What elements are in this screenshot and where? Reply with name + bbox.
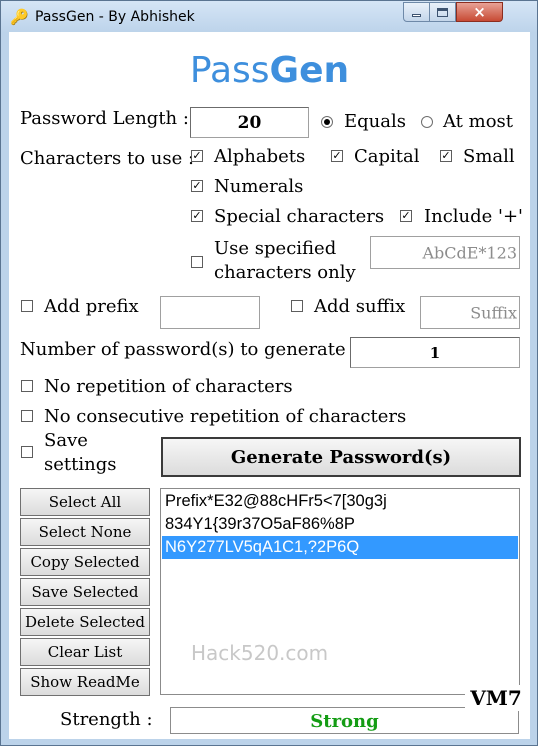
no-consecutive-checkbox[interactable] [21,410,33,422]
password-length-value: 20 [237,112,262,133]
strength-meter: Strong [170,707,519,734]
show-readme-button[interactable]: Show ReadMe [20,668,150,696]
alphabets-label: Alphabets [214,146,306,167]
numerals-checkbox[interactable]: ✓ [191,180,203,192]
generate-button[interactable]: Generate Password(s) [161,437,521,477]
copy-selected-button[interactable]: Copy Selected [20,548,150,576]
list-item[interactable]: Prefix*E32@88cHFr5<7[30g3j [162,490,518,513]
strength-label: Strength : [60,709,153,730]
close-icon: × [473,2,486,21]
maximize-icon [437,7,448,17]
vm-badge: VM7 [465,685,527,711]
numerals-label: Numerals [214,176,304,197]
minimize-button[interactable] [403,2,430,22]
window-title: PassGen - By Abhishek [35,9,195,25]
prefix-input[interactable] [160,296,260,329]
use-specified-label-2: characters only [214,262,356,283]
small-label: Small [463,146,515,167]
alphabets-checkbox[interactable]: ✓ [191,150,203,162]
strength-value: Strong [310,711,379,732]
special-characters-checkbox[interactable]: ✓ [191,210,203,222]
small-checkbox[interactable]: ✓ [440,150,452,162]
minimize-icon [412,13,421,17]
delete-selected-button[interactable]: Delete Selected [20,608,150,636]
list-item-selected[interactable]: N6Y277LV5qA1C1,?2P6Q [162,536,518,559]
use-specified-checkbox[interactable] [191,256,203,268]
specified-characters-placeholder: AbCdE*123 [422,243,518,262]
close-button[interactable]: × [456,2,503,22]
no-repetition-checkbox[interactable] [21,380,33,392]
app-window: 🔑 PassGen - By Abhishek × PassGen Passwo… [0,0,538,746]
select-none-button[interactable]: Select None [20,518,150,546]
capital-label: Capital [354,146,420,167]
password-length-input[interactable]: 20 [190,107,309,138]
special-characters-label: Special characters [214,206,385,227]
watermark: Hack520.com [191,641,329,665]
key-icon: 🔑 [10,8,29,26]
add-prefix-checkbox[interactable] [21,300,33,312]
save-settings-label-2: settings [44,454,117,475]
at-most-label: At most [443,111,514,132]
maximize-button[interactable] [429,2,456,22]
no-consecutive-label: No consecutive repetition of characters [44,406,407,427]
use-specified-label-1: Use specified [214,238,337,259]
add-prefix-label: Add prefix [44,296,139,317]
add-suffix-label: Add suffix [314,296,406,317]
save-settings-label-1: Save [44,430,88,451]
app-title: PassGen [9,50,530,91]
save-settings-checkbox[interactable] [21,446,33,458]
password-count-input[interactable]: 1 [350,337,520,368]
list-item[interactable]: 834Y1{39r37O5aF86%8P [162,513,518,536]
client-area: PassGen Password Length : 20 Equals At m… [9,32,530,739]
suffix-input[interactable]: Suffix [420,296,520,329]
equals-radio[interactable] [321,116,333,128]
specified-characters-input[interactable]: AbCdE*123 [370,236,520,269]
save-selected-button[interactable]: Save Selected [20,578,150,606]
clear-list-button[interactable]: Clear List [20,638,150,666]
no-repetition-label: No repetition of characters [44,376,293,397]
suffix-placeholder: Suffix [470,303,517,322]
include-plus-label: Include '+' [424,206,524,227]
password-count-label: Number of password(s) to generate : [20,339,358,360]
select-all-button[interactable]: Select All [20,488,150,516]
capital-checkbox[interactable]: ✓ [331,150,343,162]
add-suffix-checkbox[interactable] [291,300,303,312]
include-plus-checkbox[interactable]: ✓ [400,210,412,222]
password-list[interactable]: Prefix*E32@88cHFr5<7[30g3j 834Y1{39r37O5… [160,488,520,695]
equals-label: Equals [344,111,406,132]
at-most-radio[interactable] [421,116,433,128]
title-bar[interactable]: 🔑 PassGen - By Abhishek × [1,1,537,33]
app-title-light: Pass [189,50,270,91]
app-title-bold: Gen [269,50,350,91]
password-count-value: 1 [429,343,441,362]
password-length-label: Password Length : [20,108,189,129]
characters-label: Characters to use : [20,148,195,169]
